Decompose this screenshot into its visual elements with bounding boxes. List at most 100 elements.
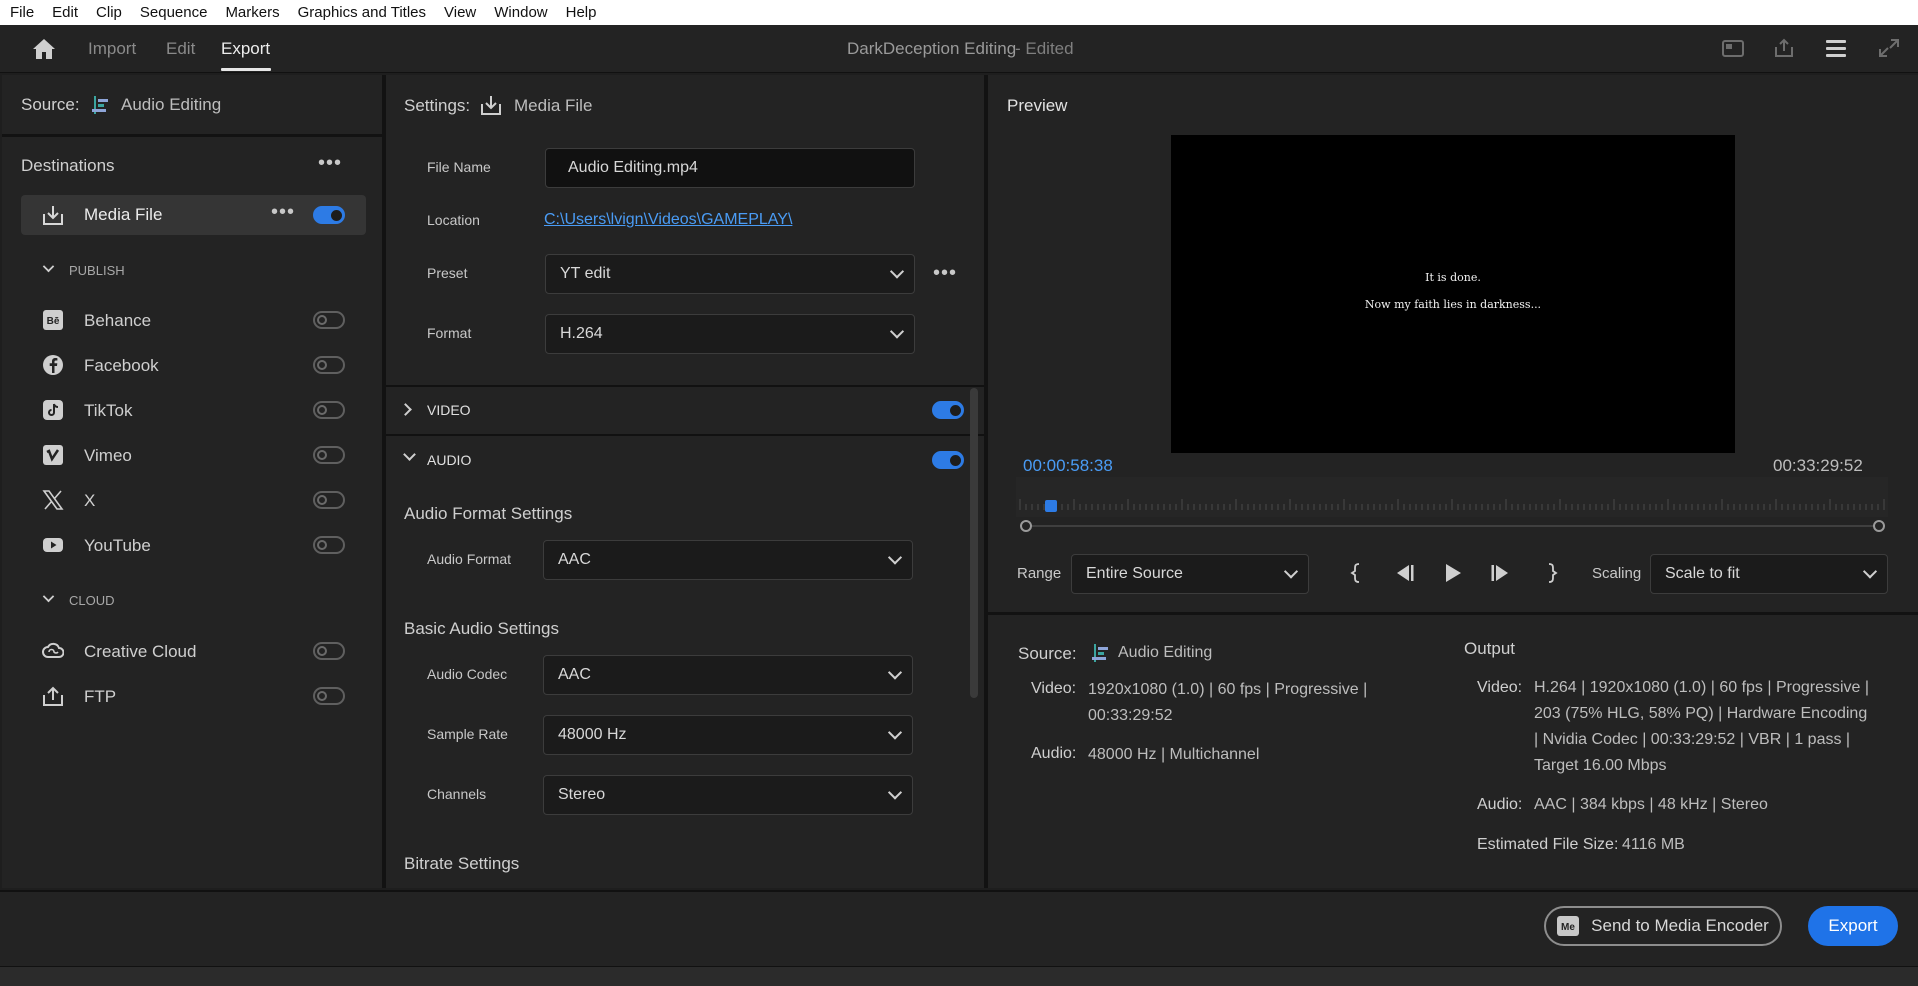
vimeo-toggle[interactable] bbox=[313, 446, 345, 464]
step-back-icon[interactable] bbox=[1391, 563, 1415, 583]
settings-target: Media File bbox=[514, 96, 593, 115]
x-label: X bbox=[84, 491, 96, 510]
audio-toggle[interactable] bbox=[932, 451, 964, 469]
file-name-input[interactable]: Audio Editing.mp4 bbox=[545, 148, 915, 188]
menu-clip[interactable]: Clip bbox=[96, 4, 122, 21]
behance-icon: Bē bbox=[43, 310, 63, 330]
menu-bar: File Edit Clip Sequence Markers Graphics… bbox=[0, 0, 1918, 25]
ftp-toggle[interactable] bbox=[313, 687, 345, 705]
cloud-label[interactable]: CLOUD bbox=[69, 593, 115, 608]
send-to-media-encoder-label: Send to Media Encoder bbox=[1591, 916, 1769, 935]
channels-value: Stereo bbox=[558, 786, 606, 803]
ftp-label: FTP bbox=[84, 687, 117, 706]
format-label: Format bbox=[427, 325, 472, 341]
vimeo-icon bbox=[43, 445, 63, 465]
audio-section-label[interactable]: AUDIO bbox=[427, 452, 471, 468]
menu-window[interactable]: Window bbox=[494, 4, 547, 21]
media-file-toggle[interactable] bbox=[313, 206, 345, 224]
scaling-value: Scale to fit bbox=[1665, 565, 1740, 582]
menu-view[interactable]: View bbox=[444, 4, 476, 21]
youtube-toggle[interactable] bbox=[313, 536, 345, 554]
menu-help[interactable]: Help bbox=[566, 4, 597, 21]
svg-text:Bē: Bē bbox=[47, 316, 60, 327]
share-icon[interactable] bbox=[1771, 37, 1797, 59]
current-timecode[interactable]: 00:00:58:38 bbox=[1023, 456, 1113, 476]
channels-label: Channels bbox=[427, 786, 487, 802]
format-dropdown[interactable]: H.264 bbox=[545, 314, 915, 354]
tab-export[interactable]: Export bbox=[221, 39, 270, 59]
scaling-dropdown[interactable]: Scale to fit bbox=[1650, 554, 1888, 594]
export-button[interactable]: Export bbox=[1808, 906, 1898, 946]
workspace-header: Import Edit Export DarkDeception Editing… bbox=[0, 25, 1918, 73]
play-icon[interactable] bbox=[1443, 563, 1463, 583]
menu-file[interactable]: File bbox=[10, 4, 34, 21]
preview-caption-line1: It is done. bbox=[1425, 271, 1481, 284]
range-dropdown[interactable]: Entire Source bbox=[1071, 554, 1309, 594]
destinations-more-icon[interactable]: ••• bbox=[318, 152, 342, 175]
summary-output-audio-label: Audio: bbox=[1477, 796, 1523, 813]
step-forward-icon[interactable] bbox=[1490, 563, 1514, 583]
workspace-menu-icon[interactable] bbox=[1823, 37, 1849, 59]
chevron-down-icon bbox=[887, 550, 903, 565]
audio-codec-dropdown[interactable]: AAC bbox=[543, 655, 913, 695]
active-tab-indicator bbox=[221, 68, 271, 71]
summary-output-video: H.264 | 1920x1080 (1.0) | 60 fps | Progr… bbox=[1534, 679, 1870, 774]
behance-toggle[interactable] bbox=[313, 311, 345, 329]
settings-scrollbar[interactable] bbox=[970, 388, 978, 698]
preset-dropdown[interactable]: YT edit bbox=[545, 254, 915, 294]
tab-edit[interactable]: Edit bbox=[166, 39, 195, 59]
range-out-handle[interactable] bbox=[1873, 520, 1885, 532]
publish-label[interactable]: PUBLISH bbox=[69, 263, 125, 278]
behance-label: Behance bbox=[84, 311, 152, 330]
menu-edit[interactable]: Edit bbox=[52, 4, 78, 21]
media-file-label: Media File bbox=[84, 205, 163, 224]
sample-rate-dropdown[interactable]: 48000 Hz bbox=[543, 715, 913, 755]
source-name: Audio Editing bbox=[121, 95, 222, 114]
playhead[interactable] bbox=[1044, 500, 1057, 512]
tab-import[interactable]: Import bbox=[88, 39, 136, 59]
preview-video: It is done. Now my faith lies in darknes… bbox=[1171, 135, 1735, 453]
video-toggle[interactable] bbox=[932, 401, 964, 419]
creative-cloud-icon bbox=[42, 642, 64, 658]
youtube-icon bbox=[43, 538, 63, 552]
creative-cloud-label: Creative Cloud bbox=[84, 642, 197, 661]
timeline-ticks bbox=[1019, 499, 1891, 510]
creative-cloud-toggle[interactable] bbox=[313, 642, 345, 660]
edited-status: - Edited bbox=[1015, 39, 1074, 58]
video-section-label[interactable]: VIDEO bbox=[427, 402, 471, 418]
summary-source-audio: 48000 Hz | Multichannel bbox=[1088, 746, 1260, 763]
tiktok-toggle[interactable] bbox=[313, 401, 345, 419]
audio-codec-label: Audio Codec bbox=[427, 666, 508, 682]
chevron-down-icon bbox=[887, 665, 903, 680]
timeline-ruler[interactable] bbox=[1016, 477, 1891, 517]
menu-markers[interactable]: Markers bbox=[225, 4, 279, 21]
bitrate-settings-title: Bitrate Settings bbox=[404, 854, 520, 873]
chevron-down-icon bbox=[1283, 564, 1299, 579]
x-toggle[interactable] bbox=[313, 491, 345, 509]
menu-graphics-and-titles[interactable]: Graphics and Titles bbox=[298, 4, 426, 21]
menu-sequence[interactable]: Sequence bbox=[140, 4, 208, 21]
settings-panel bbox=[386, 75, 984, 888]
preset-value: YT edit bbox=[560, 265, 611, 282]
preset-more-icon[interactable]: ••• bbox=[933, 262, 957, 285]
basic-audio-settings-title: Basic Audio Settings bbox=[404, 619, 559, 638]
fullscreen-icon[interactable] bbox=[1876, 37, 1902, 59]
mark-in-icon[interactable] bbox=[1349, 562, 1363, 584]
audio-codec-value: AAC bbox=[558, 666, 591, 683]
audio-format-value: AAC bbox=[558, 551, 591, 568]
preset-label: Preset bbox=[427, 265, 468, 281]
svg-text:Me: Me bbox=[1561, 922, 1575, 933]
quick-export-icon[interactable] bbox=[1720, 37, 1746, 59]
facebook-toggle[interactable] bbox=[313, 356, 345, 374]
channels-dropdown[interactable]: Stereo bbox=[543, 775, 913, 815]
location-link[interactable]: C:\Users\lvign\Videos\GAMEPLAY\ bbox=[544, 211, 792, 229]
range-in-handle[interactable] bbox=[1020, 520, 1032, 532]
send-to-media-encoder-button[interactable]: Me Send to Media Encoder bbox=[1544, 906, 1782, 946]
mark-out-icon[interactable] bbox=[1545, 562, 1559, 584]
chevron-down-icon bbox=[887, 725, 903, 740]
audio-format-dropdown[interactable]: AAC bbox=[543, 540, 913, 580]
home-icon[interactable] bbox=[32, 38, 56, 60]
media-file-more-icon[interactable]: ••• bbox=[271, 201, 295, 224]
source-label: Source: bbox=[21, 95, 80, 114]
duration-timecode: 00:33:29:52 bbox=[1773, 456, 1863, 475]
